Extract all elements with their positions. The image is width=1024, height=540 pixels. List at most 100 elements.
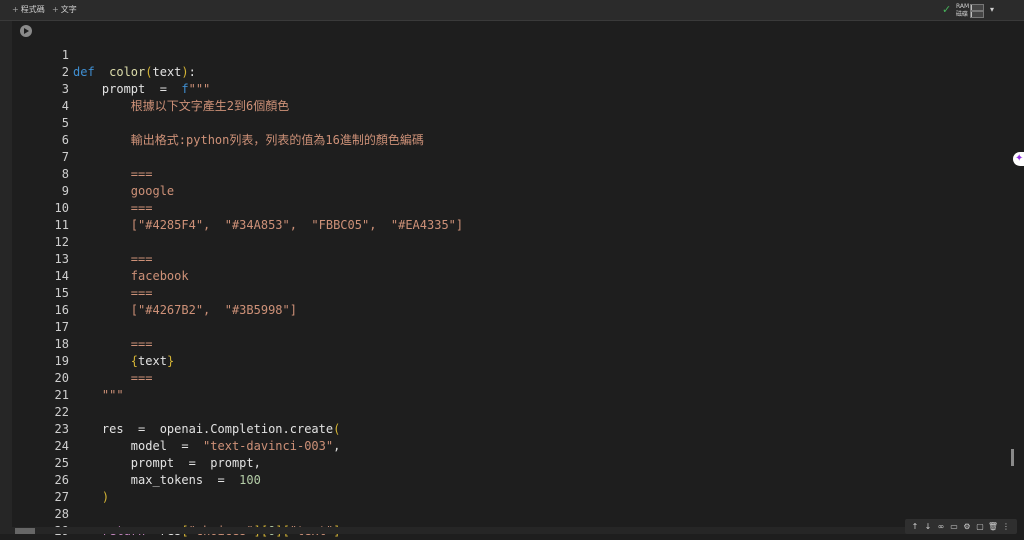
code-line: === <box>73 285 153 302</box>
ram-usage-fill <box>971 5 973 10</box>
add-text-cell-button[interactable]: + 文字 <box>52 4 77 16</box>
code-line: === <box>73 166 153 183</box>
code-token: "text-davinci-003" <box>203 439 334 453</box>
vertical-scrollbar-thumb[interactable] <box>1011 449 1014 466</box>
code-line: prompt = f""" <box>73 81 210 98</box>
line-number: 11 <box>54 218 69 232</box>
code-cell[interactable]: 1 2 def color(text): 3 prompt = f""" 4 根據以下文… <box>12 21 1016 538</box>
line-number: 5 <box>61 116 69 130</box>
move-down-icon[interactable]: ↓ <box>922 521 934 532</box>
code-token: 輸出格式:python列表，列表的值為16進制的顏色編碼 <box>73 133 424 147</box>
code-line: === <box>73 336 153 353</box>
code-token: color <box>94 65 146 79</box>
code-token: === <box>73 337 153 351</box>
code-token: def <box>73 65 95 79</box>
code-token: prompt = <box>73 82 182 96</box>
code-line: {text} <box>73 353 174 370</box>
code-token: } <box>166 354 175 368</box>
code-line: 輸出格式:python列表，列表的值為16進制的顏色編碼 <box>73 132 424 149</box>
comment-icon[interactable]: ▭ <box>948 521 960 532</box>
line-number: 16 <box>54 303 69 317</box>
add-text-label: 文字 <box>60 5 77 14</box>
line-number: 10 <box>54 201 69 215</box>
sparkle-icon: ✦ <box>1015 153 1024 164</box>
code-token: prompt = prompt, <box>73 456 261 470</box>
code-line: === <box>73 370 153 387</box>
code-token: ["#4285F4", "#34A853", "FBBC05", "#EA433… <box>73 218 464 232</box>
line-number: 17 <box>54 320 69 334</box>
code-token: === <box>73 286 153 300</box>
horizontal-scrollbar-thumb[interactable] <box>15 528 35 534</box>
run-cell-icon[interactable] <box>20 25 32 37</box>
code-line: prompt = prompt, <box>73 455 261 472</box>
ram-usage-bar <box>970 4 984 11</box>
line-number: 6 <box>61 133 69 147</box>
code-token: model = <box>73 439 204 453</box>
code-token: === <box>73 201 153 215</box>
link-icon[interactable]: ∞ <box>935 521 947 532</box>
code-line: """ <box>73 387 124 404</box>
add-code-cell-button[interactable]: + 程式碼 <box>12 4 45 16</box>
ram-label: RAM <box>956 3 970 10</box>
mirror-icon[interactable]: ▢ <box>974 521 986 532</box>
line-number: 4 <box>61 99 69 113</box>
code-token: : <box>188 65 196 79</box>
code-token: 100 <box>239 473 261 487</box>
code-line: def color(text): <box>73 64 196 81</box>
line-number: 15 <box>54 286 69 300</box>
horizontal-scrollbar[interactable] <box>12 527 1016 534</box>
code-line: facebook <box>73 268 189 285</box>
disk-usage-bar <box>970 11 984 18</box>
code-token: f <box>181 82 189 96</box>
code-token: === <box>73 167 153 181</box>
code-token: google <box>73 184 175 198</box>
code-token: === <box>73 371 153 385</box>
code-token: ) <box>101 490 110 504</box>
move-up-icon[interactable]: ↑ <box>909 521 921 532</box>
line-number: 21 <box>54 388 69 402</box>
line-number: 8 <box>61 167 69 181</box>
line-number: 23 <box>54 422 69 436</box>
code-token: facebook <box>73 269 189 283</box>
disk-usage-fill <box>971 12 973 17</box>
gemini-button[interactable]: ✦ <box>1013 152 1024 166</box>
line-number: 25 <box>54 456 69 470</box>
more-icon[interactable]: ⋮ <box>1000 521 1012 532</box>
chevron-down-icon[interactable]: ▾ <box>990 5 994 15</box>
line-number: 26 <box>54 473 69 487</box>
line-number: 7 <box>61 150 69 164</box>
disk-label: 磁碟 <box>956 11 969 18</box>
notebook-toolbar: + 程式碼 + 文字 ✓ RAM 磁碟 ▾ <box>0 0 1024 21</box>
code-token: 根據以下文字產生2到6個顏色 <box>73 99 290 113</box>
delete-icon[interactable]: 🗑 <box>987 521 999 532</box>
code-token: text <box>138 354 167 368</box>
line-number: 13 <box>54 252 69 266</box>
code-line: google <box>73 183 174 200</box>
code-token: , <box>333 439 341 453</box>
line-number: 3 <box>61 82 69 96</box>
line-number: 18 <box>54 337 69 351</box>
code-line: === <box>73 251 153 268</box>
code-token: ["#4267B2", "#3B5998"] <box>73 303 297 317</box>
code-token: text <box>152 65 182 79</box>
line-number: 1 <box>61 48 69 62</box>
code-line: res = openai.Completion.create( <box>73 421 340 438</box>
line-number: 14 <box>54 269 69 283</box>
settings-icon[interactable]: ⚙ <box>961 521 973 532</box>
code-token: res = openai.Completion.create <box>73 422 334 436</box>
line-number: 2 <box>61 65 69 79</box>
cell-toolbar: ↑ ↓ ∞ ▭ ⚙ ▢ 🗑 ⋮ <box>905 519 1017 534</box>
plus-icon: + <box>12 5 19 14</box>
code-token: """ <box>188 82 211 96</box>
line-number: 19 <box>54 354 69 368</box>
plus-icon: + <box>52 5 59 14</box>
code-line: ["#4267B2", "#3B5998"] <box>73 302 297 319</box>
resource-monitor[interactable]: ✓ RAM 磁碟 <box>942 2 984 18</box>
line-number: 9 <box>61 184 69 198</box>
code-token: ( <box>145 65 153 79</box>
connected-check-icon: ✓ <box>942 3 952 16</box>
code-line: ) <box>73 489 109 506</box>
code-token: === <box>73 252 153 266</box>
